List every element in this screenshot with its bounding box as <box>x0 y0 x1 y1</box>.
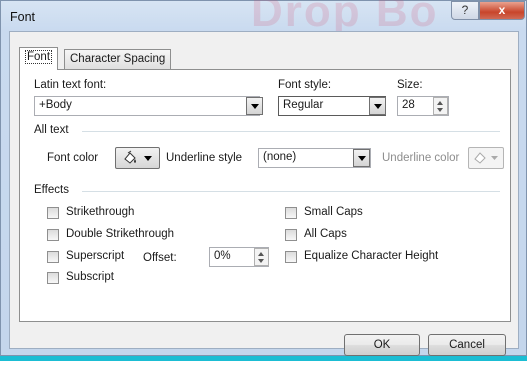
paint-bucket-icon <box>124 150 152 164</box>
ok-button[interactable]: OK <box>344 334 420 356</box>
effects-divider <box>82 191 500 192</box>
superscript-label: Superscript <box>66 250 125 262</box>
small-caps-checkbox[interactable] <box>285 207 297 219</box>
close-button[interactable]: x <box>479 1 525 20</box>
spin-down-icon <box>258 259 264 263</box>
double-strikethrough-checkbox[interactable] <box>47 229 59 241</box>
font-tab-panel: Latin text font: +Body Font style: Regul… <box>19 69 511 322</box>
offset-spinner[interactable] <box>254 248 269 266</box>
underline-style-dropdown-button[interactable] <box>353 149 370 167</box>
latin-font-dropdown-button[interactable] <box>246 97 263 115</box>
all-text-title: All text <box>34 124 69 136</box>
font-color-label: Font color <box>47 152 99 164</box>
latin-font-label: Latin text font: <box>34 79 107 91</box>
size-spinner[interactable] <box>433 97 448 115</box>
all-caps-checkbox[interactable] <box>285 229 297 241</box>
font-dialog: Drop Bo Font ? x Font Character Spacing … <box>0 0 527 356</box>
effects-title: Effects <box>34 184 69 196</box>
underline-color-label: Underline color <box>382 152 460 164</box>
equalize-height-checkbox[interactable] <box>285 251 297 263</box>
window-title: Font <box>10 10 36 24</box>
paint-bucket-icon <box>474 152 498 164</box>
tab-font-label: Font <box>25 50 53 64</box>
spin-down-icon <box>437 108 443 112</box>
underline-color-button[interactable] <box>468 147 504 169</box>
help-button[interactable]: ? <box>451 1 479 20</box>
small-caps-label: Small Caps <box>304 206 363 218</box>
all-caps-label: All Caps <box>304 228 347 240</box>
spin-up-icon <box>258 252 264 256</box>
double-strikethrough-label: Double Strikethrough <box>66 228 175 240</box>
equalize-height-label: Equalize Character Height <box>304 250 439 262</box>
font-style-dropdown-button[interactable] <box>369 97 386 115</box>
size-label: Size: <box>397 79 423 91</box>
subscript-checkbox[interactable] <box>47 272 59 284</box>
dialog-client: Font Character Spacing Latin text font: … <box>9 31 519 356</box>
tab-character-spacing[interactable]: Character Spacing <box>64 49 172 70</box>
offset-label: Offset: <box>143 252 177 264</box>
latin-font-input[interactable]: +Body <box>34 96 260 116</box>
subscript-label: Subscript <box>66 271 114 283</box>
spin-up-icon <box>437 101 443 105</box>
tab-character-spacing-label: Character Spacing <box>70 53 166 65</box>
font-style-label: Font style: <box>278 79 332 91</box>
tab-font[interactable]: Font <box>19 47 59 70</box>
strikethrough-checkbox[interactable] <box>47 207 59 219</box>
strikethrough-label: Strikethrough <box>66 206 135 218</box>
underline-style-label: Underline style <box>166 152 243 164</box>
accent-bar <box>0 356 527 361</box>
bottom-strip <box>0 356 527 370</box>
cancel-button[interactable]: Cancel <box>428 334 506 356</box>
superscript-checkbox[interactable] <box>47 251 59 263</box>
font-color-button[interactable] <box>115 147 160 169</box>
all-text-divider <box>82 131 500 132</box>
